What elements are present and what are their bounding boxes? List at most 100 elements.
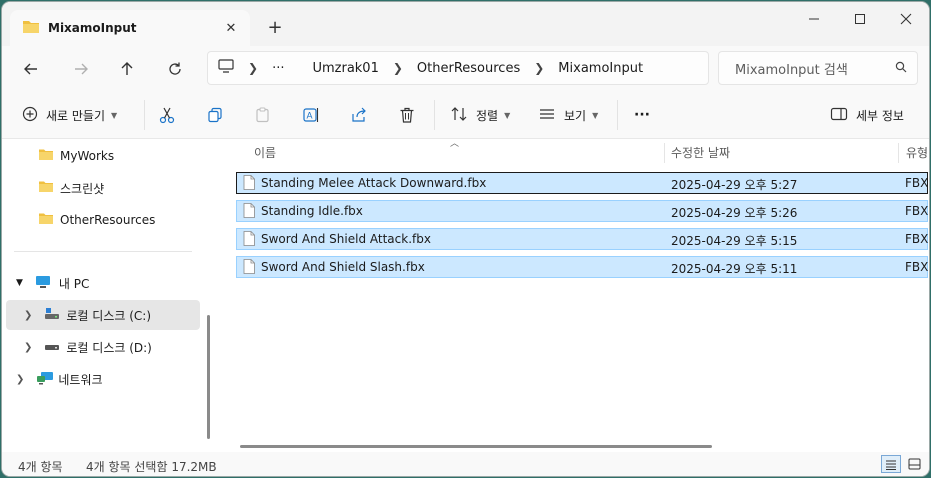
file-list: 이름 ︿ 수정한 날짜 유형 Standing Melee Attack Dow… — [220, 139, 929, 452]
back-icon[interactable] — [16, 54, 46, 84]
column-divider[interactable] — [664, 143, 665, 163]
monitor-icon — [35, 275, 51, 292]
new-tab-button[interactable]: + — [264, 16, 286, 38]
breadcrumb-overflow[interactable]: ··· — [272, 61, 284, 76]
rename-icon[interactable]: A — [302, 100, 320, 130]
chevron-right-icon[interactable]: ❯ — [24, 342, 32, 353]
divider — [144, 100, 145, 130]
refresh-icon[interactable] — [160, 54, 190, 84]
table-row[interactable]: Sword And Shield Slash.fbx 2025-04-29 오후… — [236, 256, 928, 278]
monitor-icon[interactable] — [218, 59, 234, 77]
chevron-right-icon[interactable]: ❯ — [393, 61, 403, 75]
file-icon — [243, 231, 255, 249]
file-date: 2025-04-29 오후 5:15 — [671, 234, 798, 248]
sidebar-scrollbar[interactable] — [207, 315, 210, 439]
sidebar-item-label: 로컬 디스크 (D:) — [66, 340, 152, 355]
status-bar: 4개 항목 4개 항목 선택함 17.2MB — [2, 452, 929, 476]
sort-button[interactable]: 정렬 ▼ — [450, 100, 510, 130]
details-view-icon[interactable] — [881, 455, 901, 473]
table-row[interactable]: Sword And Shield Attack.fbx 2025-04-29 오… — [236, 228, 928, 250]
search-placeholder: MixamoInput 검색 — [735, 62, 848, 78]
breadcrumb-umzrak01[interactable]: Umzrak01 — [312, 61, 378, 76]
sidebar-item-otherresources[interactable]: OtherResources — [6, 205, 200, 235]
title-bar: MixamoInput ✕ + — [2, 2, 929, 46]
divider — [617, 100, 618, 130]
column-header-type[interactable]: 유형 — [906, 139, 928, 165]
cut-icon[interactable] — [158, 100, 176, 130]
file-date: 2025-04-29 오후 5:27 — [671, 178, 798, 192]
trash-icon[interactable] — [398, 100, 416, 130]
file-name: Standing Melee Attack Downward.fbx — [261, 176, 487, 190]
folder-icon — [22, 19, 40, 37]
chevron-right-icon[interactable]: ❯ — [24, 310, 32, 321]
horizontal-scrollbar[interactable] — [240, 445, 712, 448]
sidebar-item-this-pc[interactable]: ▼ 내 PC — [6, 268, 200, 298]
minimize-icon[interactable] — [791, 2, 837, 36]
share-icon[interactable] — [350, 100, 368, 130]
item-count: 4개 항목 — [18, 460, 63, 474]
sidebar-item-label: MyWorks — [60, 149, 115, 163]
chevron-down-icon[interactable]: ▼ — [16, 278, 23, 288]
table-row[interactable]: Standing Melee Attack Downward.fbx 2025-… — [236, 172, 928, 194]
tab-title: MixamoInput — [48, 21, 137, 35]
close-tab-icon[interactable]: ✕ — [222, 19, 240, 37]
sidebar-item-label: OtherResources — [60, 213, 156, 227]
sort-icon — [450, 105, 468, 126]
drive-icon — [44, 340, 60, 355]
svg-text:A: A — [307, 111, 313, 121]
file-icon — [243, 259, 255, 277]
sidebar-item-local-disk-d[interactable]: ❯ 로컬 디스크 (D:) — [6, 332, 200, 362]
view-icon — [538, 105, 556, 126]
file-name: Sword And Shield Slash.fbx — [261, 260, 425, 274]
plus-circle-icon — [22, 106, 38, 125]
tab-mixamoinput[interactable]: MixamoInput ✕ — [10, 10, 250, 46]
column-divider[interactable] — [898, 143, 899, 163]
chevron-down-icon: ▼ — [504, 110, 511, 120]
navigation-pane: MyWorks 스크린샷 OtherResources ▼ 내 PC ❯ 로컬 … — [2, 139, 216, 452]
file-type: FBX — [905, 176, 929, 190]
search-icon[interactable] — [895, 61, 907, 77]
divider — [434, 100, 435, 130]
sidebar-item-myworks[interactable]: MyWorks — [6, 141, 200, 171]
chevron-down-icon: ▼ — [111, 110, 118, 120]
chevron-right-icon[interactable]: ❯ — [248, 61, 258, 75]
more-options-button[interactable]: ··· — [634, 100, 650, 130]
close-window-icon[interactable] — [883, 2, 929, 36]
sidebar-item-network[interactable]: ❯ 네트워크 — [6, 364, 200, 394]
column-header-name[interactable]: 이름 — [254, 139, 276, 165]
file-icon — [243, 203, 255, 221]
view-button[interactable]: 보기 ▼ — [538, 100, 598, 130]
maximize-icon[interactable] — [837, 2, 883, 36]
sidebar-item-screenshots[interactable]: 스크린샷 — [6, 173, 200, 203]
sidebar-item-label: 네트워크 — [58, 372, 103, 387]
details-pane-label: 세부 정보 — [856, 108, 904, 123]
address-bar[interactable]: ❯ ··· Umzrak01 ❯ OtherResources ❯ Mixamo… — [207, 51, 709, 85]
sidebar-item-local-disk-c[interactable]: ❯ 로컬 디스크 (C:) — [6, 300, 200, 330]
sidebar-item-label: 로컬 디스크 (C:) — [66, 308, 152, 323]
breadcrumb-otherresources[interactable]: OtherResources — [417, 61, 520, 76]
chevron-right-icon[interactable]: ❯ — [534, 61, 544, 75]
breadcrumb-mixamoinput[interactable]: MixamoInput — [558, 61, 643, 76]
folder-icon — [38, 212, 54, 228]
divider — [14, 251, 192, 252]
chevron-right-icon[interactable]: ❯ — [16, 374, 24, 385]
tiles-view-icon[interactable] — [904, 455, 924, 473]
up-icon[interactable] — [112, 54, 142, 84]
command-bar: 새로 만들기 ▼ A 정렬 ▼ 보기 ▼ ··· 세부 정보 — [2, 92, 929, 139]
file-date: 2025-04-29 오후 5:26 — [671, 206, 798, 220]
paste-icon[interactable] — [254, 100, 272, 130]
new-button[interactable]: 새로 만들기 ▼ — [22, 100, 117, 130]
forward-icon[interactable] — [66, 54, 96, 84]
drive-icon — [44, 307, 60, 323]
search-input[interactable]: MixamoInput 검색 — [718, 51, 918, 85]
folder-icon — [38, 180, 54, 196]
new-button-label: 새로 만들기 — [46, 108, 106, 123]
details-pane-icon — [830, 106, 848, 125]
table-row[interactable]: Standing Idle.fbx 2025-04-29 오후 5:26 FBX — [236, 200, 928, 222]
view-button-label: 보기 — [564, 108, 587, 123]
file-type: FBX — [905, 204, 929, 218]
details-pane-button[interactable]: 세부 정보 — [830, 100, 904, 130]
copy-icon[interactable] — [206, 100, 224, 130]
column-header-date[interactable]: 수정한 날짜 — [671, 139, 730, 165]
sidebar-item-label: 내 PC — [58, 276, 90, 291]
